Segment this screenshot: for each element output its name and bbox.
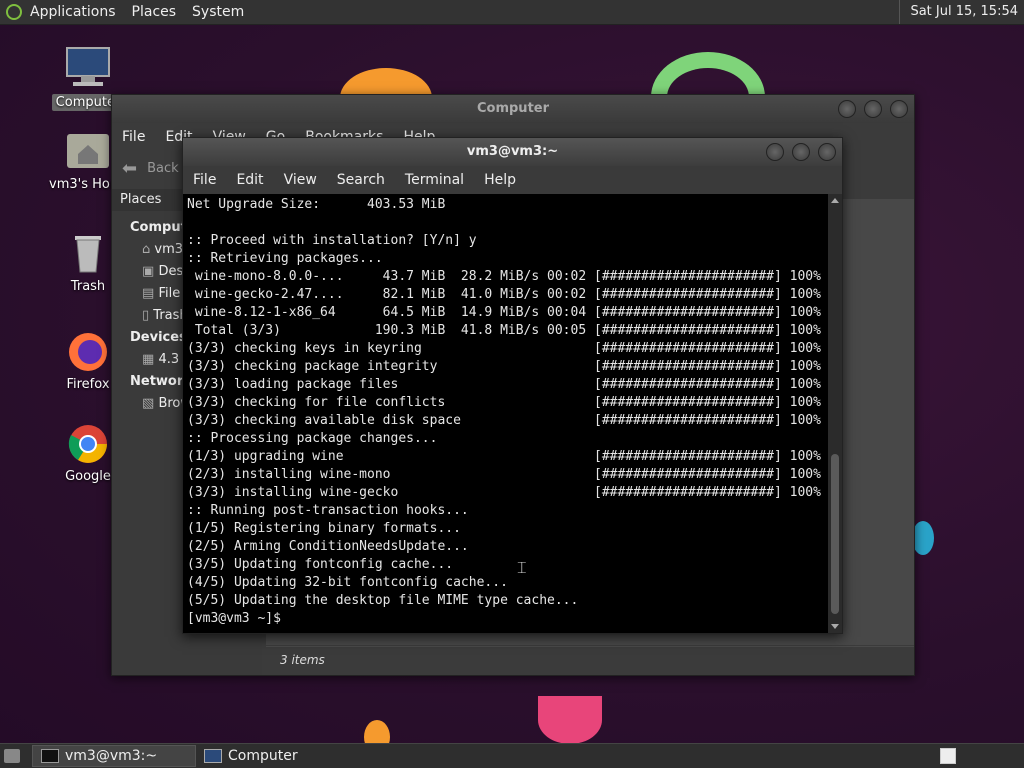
taskbar-item-computer[interactable]: Computer [196,746,306,766]
desktop-icon-label: Trash [70,279,106,294]
terminal-line: [vm3@vm3 ~]$ [187,611,289,626]
computer-small-icon [204,749,222,763]
firefox-icon [69,333,107,371]
terminal-line: :: Processing package changes... [187,431,438,446]
status-bar: 3 items [266,646,914,673]
terminal-line: Net Upgrade Size: 403.53 MiB [187,197,446,212]
terminal-line: (3/3) installing wine-gecko [###########… [187,485,821,500]
places-menu[interactable]: Places [124,4,185,20]
minimize-button[interactable] [838,100,856,118]
terminal-icon [41,749,59,763]
applications-menu[interactable]: Applications [22,4,124,20]
terminal-line: (3/3) checking keys in keyring [########… [187,341,821,356]
terminal-line: :: Proceed with installation? [Y/n] y [187,233,477,248]
terminal-line: (3/3) checking package integrity [######… [187,359,821,374]
terminal-output[interactable]: Net Upgrade Size: 403.53 MiB :: Proceed … [183,194,828,633]
home-folder-icon [67,134,109,168]
workspace-switcher-icon[interactable] [940,748,956,764]
maximize-button[interactable] [864,100,882,118]
terminal-line: (5/5) Updating the desktop file MIME typ… [187,593,579,608]
close-button[interactable] [818,143,836,161]
terminal-scrollbar[interactable] [828,194,842,633]
mate-logo-icon[interactable] [6,4,22,20]
terminal-line: (3/3) checking available disk space [###… [187,413,821,428]
chrome-icon [68,425,107,463]
terminal-line: (2/3) installing wine-mono [############… [187,467,821,482]
terminal-line: (2/5) Arming ConditionNeedsUpdate... [187,539,469,554]
terminal-line: Total (3/3) 190.3 MiB 41.8 MiB/s 00:05 [… [187,323,821,338]
computer-icon [66,47,110,86]
scrollbar-thumb[interactable] [831,454,839,614]
menu-search[interactable]: Search [327,172,395,188]
trash-icon [75,236,101,273]
top-panel: Applications Places System Sat Jul 15, 1… [0,0,1024,25]
terminal-window: vm3@vm3:~ File Edit View Search Terminal… [182,137,843,634]
scroll-up-arrow-icon[interactable] [831,198,839,203]
menu-file[interactable]: File [112,129,155,145]
filesystem-icon: ▤ [142,286,155,301]
terminal-line: wine-gecko-2.47.... 82.1 MiB 41.0 MiB/s … [187,287,821,302]
show-desktop-icon[interactable] [4,749,20,763]
desktop-icon-label: Firefox [66,377,110,392]
bottom-panel: vm3@vm3:~ Computer [0,743,1024,768]
file-manager-titlebar[interactable]: Computer [112,95,914,123]
maximize-button[interactable] [792,143,810,161]
terminal-line: :: Retrieving packages... [187,251,383,266]
clock[interactable]: Sat Jul 15, 15:54 [899,0,1018,24]
desktop-icon-label: Google [65,469,111,484]
network-icon: ▧ [142,396,155,411]
home-icon: ⌂ [142,242,151,257]
terminal-line: (3/3) checking for file conflicts [#####… [187,395,821,410]
window-title: vm3@vm3:~ [466,144,559,159]
terminal-line: (1/3) upgrading wine [##################… [187,449,821,464]
menu-terminal[interactable]: Terminal [395,172,474,188]
close-button[interactable] [890,100,908,118]
terminal-line: (3/3) loading package files [###########… [187,377,821,392]
desktop-folder-icon: ▣ [142,264,155,279]
menu-help[interactable]: Help [474,172,526,188]
system-menu[interactable]: System [184,4,252,20]
back-arrow-icon[interactable]: ⬅ [122,158,137,179]
terminal-line: wine-8.12-1-x86_64 64.5 MiB 14.9 MiB/s 0… [187,305,821,320]
terminal-line: :: Running post-transaction hooks... [187,503,469,518]
terminal-titlebar[interactable]: vm3@vm3:~ [183,138,842,166]
terminal-line: wine-mono-8.0.0-... 43.7 MiB 28.2 MiB/s … [187,269,821,284]
menu-file[interactable]: File [183,172,226,188]
scroll-down-arrow-icon[interactable] [831,624,839,629]
taskbar-item-terminal[interactable]: vm3@vm3:~ [32,745,196,767]
terminal-line: (3/5) Updating fontconfig cache... [187,557,454,572]
trash-small-icon: ▯ [142,308,150,323]
menu-edit[interactable]: Edit [226,172,273,188]
window-title: Computer [476,101,550,116]
minimize-button[interactable] [766,143,784,161]
terminal-line: (4/5) Updating 32-bit fontconfig cache..… [187,575,508,590]
drive-icon: ▦ [142,352,155,367]
terminal-line: (1/5) Registering binary formats... [187,521,461,536]
menu-view[interactable]: View [274,172,327,188]
text-cursor-icon: ⌶ [517,558,527,577]
terminal-menubar: File Edit View Search Terminal Help [183,166,842,194]
back-button[interactable]: Back [147,161,179,176]
